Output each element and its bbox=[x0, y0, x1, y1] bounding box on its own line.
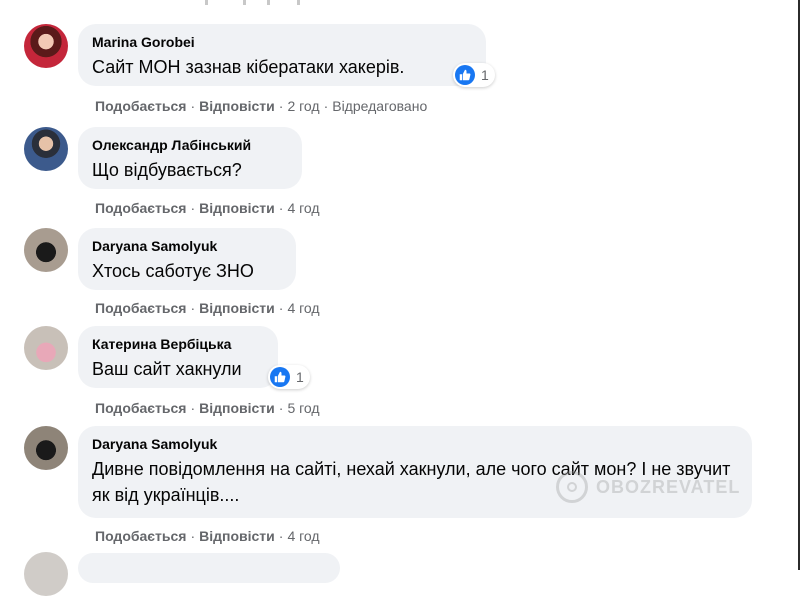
comment-actions: Подобається · Відповісти · 4 год bbox=[95, 528, 320, 544]
avatar[interactable] bbox=[24, 24, 68, 68]
comment-author[interactable]: Marina Gorobei bbox=[92, 33, 472, 51]
reaction-summary[interactable]: 1 bbox=[453, 63, 495, 87]
comment-timestamp[interactable]: 4 год bbox=[287, 200, 319, 216]
comment-text: Ваш сайт хакнули bbox=[92, 359, 242, 379]
reaction-count: 1 bbox=[481, 67, 489, 83]
comment-timestamp[interactable]: 4 год bbox=[287, 528, 319, 544]
comment-actions: Подобається · Відповісти · 5 год bbox=[95, 400, 320, 416]
reply-button[interactable]: Відповісти bbox=[199, 300, 275, 316]
comment-text: Що відбувається? bbox=[92, 160, 242, 180]
comment-author[interactable]: Олександр Лабінський bbox=[92, 136, 288, 154]
reply-button[interactable]: Відповісти bbox=[199, 98, 275, 114]
comment-text: Сайт МОН зазнав кібератаки хакерів. bbox=[92, 57, 405, 77]
avatar[interactable] bbox=[24, 552, 68, 596]
comment-bubble: Marina Gorobei Сайт МОН зазнав кібератак… bbox=[78, 24, 486, 86]
like-button[interactable]: Подобається bbox=[95, 200, 186, 216]
avatar[interactable] bbox=[24, 326, 68, 370]
comment-author[interactable]: Daryana Samolyuk bbox=[92, 435, 738, 453]
reaction-count: 1 bbox=[296, 369, 304, 385]
comment-actions: Подобається · Відповісти · 4 год bbox=[95, 300, 320, 316]
comment-timestamp[interactable]: 2 год bbox=[287, 98, 319, 114]
avatar[interactable] bbox=[24, 127, 68, 171]
comment-author[interactable]: Катерина Вербіцька bbox=[92, 335, 264, 353]
comment-author[interactable]: Daryana Samolyuk bbox=[92, 237, 282, 255]
comment-bubble bbox=[78, 553, 340, 583]
avatar[interactable] bbox=[24, 228, 68, 272]
cropped-previous-content bbox=[205, 0, 305, 6]
reply-button[interactable]: Відповісти bbox=[199, 528, 275, 544]
comment-timestamp[interactable]: 4 год bbox=[287, 300, 319, 316]
avatar[interactable] bbox=[24, 426, 68, 470]
reply-button[interactable]: Відповісти bbox=[199, 200, 275, 216]
like-button[interactable]: Подобається bbox=[95, 400, 186, 416]
watermark-text: OBOZREVATEL bbox=[596, 476, 741, 497]
like-button[interactable]: Подобається bbox=[95, 528, 186, 544]
like-button[interactable]: Подобається bbox=[95, 300, 186, 316]
watermark-logo-icon bbox=[556, 471, 588, 503]
watermark: OBOZREVATEL bbox=[556, 471, 740, 503]
like-icon bbox=[270, 367, 290, 387]
comment-actions: Подобається · Відповісти · 2 год · Відредагова… bbox=[95, 98, 428, 114]
like-button[interactable]: Подобається bbox=[95, 98, 186, 114]
like-icon bbox=[455, 65, 475, 85]
reaction-summary[interactable]: 1 bbox=[268, 365, 310, 389]
comment-text: Хтось саботує ЗНО bbox=[92, 261, 254, 281]
comment-actions: Подобається · Відповісти · 4 год bbox=[95, 200, 320, 216]
comment-timestamp[interactable]: 5 год bbox=[287, 400, 319, 416]
comment-bubble: Олександр Лабінський Що відбувається? bbox=[78, 127, 302, 189]
comment-bubble: Катерина Вербіцька Ваш сайт хакнули bbox=[78, 326, 278, 388]
reply-button[interactable]: Відповісти bbox=[199, 400, 275, 416]
edited-label[interactable]: Відредаговано bbox=[332, 98, 427, 114]
comment-bubble: Daryana Samolyuk Хтось саботує ЗНО bbox=[78, 228, 296, 290]
